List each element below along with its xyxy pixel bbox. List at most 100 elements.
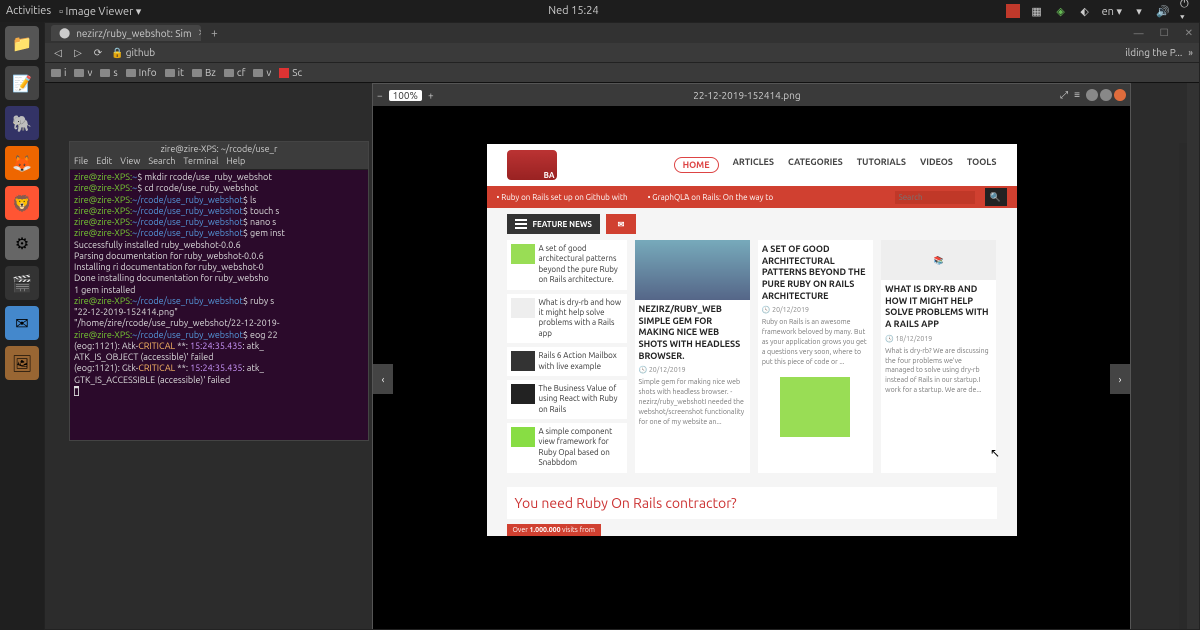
next-image-button[interactable]: › — [1110, 364, 1130, 394]
bookmark-item[interactable]: s — [100, 67, 117, 78]
volume-icon[interactable]: 🔊 — [1156, 4, 1170, 18]
bookmark-item[interactable]: v — [74, 67, 92, 78]
ticker-bar: • Ruby on Rails set up on Github with • … — [487, 186, 1017, 208]
app-menu[interactable]: ▫ Image Viewer ▾ — [59, 5, 141, 18]
screenshot-page: BA HOME ARTICLES CATEGORIES TUTORIALS VI… — [487, 144, 1017, 536]
viewer-menu-icon[interactable]: ≡ — [1074, 89, 1080, 101]
terminal-menu-item[interactable]: Terminal — [183, 156, 218, 169]
apps-grid-icon[interactable]: ▦ — [1030, 4, 1044, 18]
bookmark-item[interactable]: cf — [224, 67, 245, 78]
zoom-level[interactable]: 100% — [389, 90, 422, 101]
address-bar[interactable]: 🔒 github — [111, 47, 1119, 59]
terminal-menu-item[interactable]: View — [120, 156, 140, 169]
dock-settings-icon[interactable]: ⚙ — [5, 226, 39, 260]
article-image: 📚 — [881, 240, 996, 280]
language-indicator[interactable]: en ▾ — [1102, 5, 1122, 18]
nav-tutorials[interactable]: TUTORIALS — [857, 157, 906, 173]
bookmark-item[interactable]: Sc — [279, 67, 302, 78]
article-title: WHAT IS DRY-RB AND HOW IT MIGHT HELP SOL… — [881, 284, 996, 335]
right-tab-fragment: ilding the P... — [1125, 47, 1182, 58]
desktop-top-bar: Activities ▫ Image Viewer ▾ Ned 15:24 ▦ … — [0, 0, 1200, 22]
fullscreen-icon[interactable]: ⤢ — [1060, 89, 1068, 101]
dock-image-icon[interactable]: 🖼 — [5, 346, 39, 380]
back-button[interactable]: ◁ — [51, 47, 65, 59]
search-input[interactable] — [895, 191, 975, 204]
prev-image-button[interactable]: ‹ — [373, 364, 393, 394]
viewer-minimize-icon[interactable] — [1086, 89, 1098, 101]
activities-button[interactable]: Activities — [6, 5, 51, 18]
article-title: A SET OF GOOD ARCHITECTURAL PATTERNS BEY… — [758, 240, 873, 306]
terminal-title: zire@zire-XPS: ~/rcode/use_r — [70, 142, 368, 156]
window-close-icon[interactable]: ✕ — [1179, 27, 1199, 39]
mail-icon[interactable]: ✉ — [606, 214, 636, 234]
hamburger-icon[interactable] — [515, 219, 527, 229]
bookmark-item[interactable]: i — [51, 67, 66, 78]
zoom-in-button[interactable]: + — [428, 90, 434, 101]
browser-tab[interactable]: ⬤ nezirz/ruby_webshot: Sim ✕ — [51, 25, 201, 41]
article-date: 🕓 18/12/2019 — [881, 335, 996, 343]
dock-video-icon[interactable]: 🎬 — [5, 266, 39, 300]
terminal-menu-item[interactable]: Help — [226, 156, 245, 169]
zoom-out-button[interactable]: − — [377, 90, 383, 101]
shield-icon[interactable]: ◈ — [1054, 4, 1068, 18]
forward-button[interactable]: ▷ — [71, 47, 85, 59]
window-minimize-icon[interactable]: — — [1128, 28, 1150, 39]
dock-firefox-icon[interactable]: 🦊 — [5, 146, 39, 180]
article-card[interactable]: 📚 WHAT IS DRY-RB AND HOW IT MIGHT HELP S… — [881, 240, 996, 473]
right-gutter — [1187, 83, 1199, 629]
network-icon[interactable]: ▾ — [1132, 4, 1146, 18]
nav-tools[interactable]: TOOLS — [967, 157, 997, 173]
terminal-window[interactable]: zire@zire-XPS: ~/rcode/use_r File Edit V… — [69, 141, 369, 441]
ticker-item[interactable]: • Ruby on Rails set up on Github with — [497, 193, 628, 202]
bookmark-item[interactable]: Info — [126, 67, 157, 78]
article-image — [635, 240, 750, 300]
power-icon[interactable]: ⏻ ▾ — [1180, 4, 1194, 18]
tab-favicon: ⬤ — [59, 27, 70, 39]
sidebar-item[interactable]: A set of good architectural patterns bey… — [507, 240, 627, 290]
article-date: 🕓 20/12/2019 — [758, 306, 873, 314]
tab-title: nezirz/ruby_webshot: Sim — [76, 28, 191, 39]
page-scrollbar[interactable] — [1179, 143, 1187, 629]
close-tab-icon[interactable]: ✕ — [198, 27, 201, 39]
article-title: NEZIRZ/RUBY_WEB SIMPLE GEM FOR MAKING NI… — [635, 304, 750, 366]
dock-brave-icon[interactable]: 🦁 — [5, 186, 39, 220]
terminal-menu-item[interactable]: Search — [148, 156, 175, 169]
dropbox-icon[interactable]: ⬖ — [1078, 4, 1092, 18]
sidebar-item[interactable]: The Business Value of using React with R… — [507, 380, 627, 419]
article-excerpt: What is dry-rb? We are discussing the fo… — [881, 343, 996, 400]
search-button[interactable]: 🔍 — [985, 188, 1007, 206]
overflow-icon[interactable]: » — [1188, 47, 1193, 58]
terminal-body[interactable]: zire@zire-XPS:~$ mkdir rcode/use_ruby_we… — [70, 170, 368, 399]
dock-postgres-icon[interactable]: 🐘 — [5, 106, 39, 140]
article-card[interactable]: NEZIRZ/RUBY_WEB SIMPLE GEM FOR MAKING NI… — [635, 240, 750, 473]
bookmark-item[interactable]: v — [253, 67, 271, 78]
site-logo: BA — [507, 150, 557, 180]
article-excerpt: Ruby on Rails is an awesome framework be… — [758, 314, 873, 371]
recording-indicator-icon[interactable] — [1006, 4, 1020, 18]
sidebar-item[interactable]: What is dry-rb and how it might help sol… — [507, 294, 627, 344]
ticker-item[interactable]: • GraphQLΆ on Rails: On the way to — [648, 193, 774, 202]
window-maximize-icon[interactable]: ☐ — [1154, 27, 1175, 39]
sidebar-item[interactable]: A simple component view framework for Ru… — [507, 423, 627, 473]
sidebar-item[interactable]: Rails 6 Action Mailbox with live example — [507, 347, 627, 376]
nav-videos[interactable]: VIDEOS — [920, 157, 953, 173]
nav-categories[interactable]: CATEGORIES — [788, 157, 843, 173]
viewer-close-icon[interactable] — [1114, 89, 1126, 101]
article-card[interactable]: A SET OF GOOD ARCHITECTURAL PATTERNS BEY… — [758, 240, 873, 473]
nav-articles[interactable]: ARTICLES — [733, 157, 774, 173]
article-date: 🕓 20/12/2019 — [635, 366, 750, 374]
dock-mail-icon[interactable]: ✉ — [5, 306, 39, 340]
dock-files-icon[interactable]: 📁 — [5, 26, 39, 60]
reload-button[interactable]: ⟳ — [91, 47, 105, 59]
tab-strip: ⬤ nezirz/ruby_webshot: Sim ✕ + — ☐ ✕ — [45, 23, 1199, 43]
bookmark-item[interactable]: Bz — [192, 67, 216, 78]
terminal-menu-item[interactable]: Edit — [96, 156, 112, 169]
bookmark-item[interactable]: it — [165, 67, 184, 78]
contractor-banner[interactable]: You need Ruby On Rails contractor? — [507, 487, 997, 519]
dock-text-icon[interactable]: 📝 — [5, 66, 39, 100]
nav-home[interactable]: HOME — [674, 157, 719, 173]
browser-window: ⬤ nezirz/ruby_webshot: Sim ✕ + — ☐ ✕ ◁ ▷… — [44, 22, 1200, 630]
viewer-maximize-icon[interactable] — [1100, 89, 1112, 101]
terminal-menu-item[interactable]: File — [74, 156, 88, 169]
new-tab-button[interactable]: + — [205, 27, 224, 40]
